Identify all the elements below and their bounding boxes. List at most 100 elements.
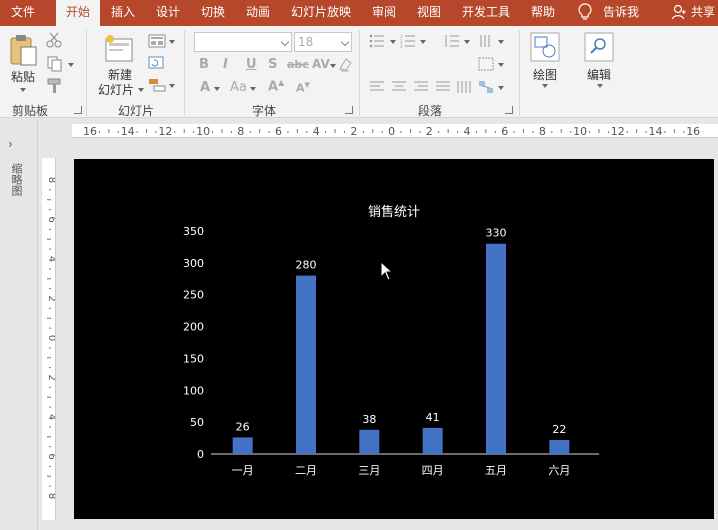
tab-transitions[interactable]: 切换 (194, 0, 232, 26)
line-spacing-icon[interactable] (444, 34, 460, 48)
shadow-icon[interactable]: S (268, 57, 277, 72)
ruler-label: 14 (649, 125, 663, 138)
y-tick-label: 50 (190, 416, 204, 429)
ruler-label: 0 (388, 125, 395, 138)
underline-icon[interactable]: U (246, 57, 257, 72)
drawing-shapes-icon[interactable] (530, 32, 560, 62)
ruler-label: 8 (46, 493, 56, 499)
font-color-icon[interactable]: A (200, 80, 210, 95)
data-label: 280 (296, 259, 317, 272)
y-tick-label: 150 (183, 352, 204, 365)
font-launcher-icon[interactable] (345, 106, 353, 114)
bar-chart[interactable]: 销售统计 0 50 100 150 200 250 300 350 26 一月 280 二月 38 三月 41… (74, 159, 714, 519)
ruler-label: 2 (426, 125, 433, 138)
layout-icon[interactable] (148, 34, 166, 48)
clear-format-icon[interactable] (337, 55, 355, 73)
align-text-icon[interactable] (478, 57, 494, 71)
grow-font-icon[interactable]: A▲ (268, 78, 284, 94)
ruler-label: 14 (121, 125, 135, 138)
x-tick-label: 一月 (232, 464, 254, 477)
alignment-icons[interactable] (369, 80, 497, 94)
cut-icon[interactable] (46, 32, 64, 48)
group-slides-label: 幻灯片 (118, 104, 155, 118)
chart-title: 销售统计 (368, 204, 420, 220)
tab-animations[interactable]: 动画 (239, 0, 277, 26)
share-button[interactable]: 共享 (688, 0, 718, 26)
ruler-label: 6 (46, 453, 56, 459)
ruler-label: 6 (275, 125, 282, 138)
mouse-cursor-icon (380, 261, 394, 281)
slide-canvas[interactable]: 销售统计 0 50 100 150 200 250 300 350 26 一月 280 二月 38 三月 41… (74, 159, 714, 519)
thumbnail-toggle-icon[interactable]: › (8, 137, 13, 151)
find-icon[interactable] (584, 32, 614, 62)
ruler-label: 6 (46, 216, 56, 222)
reset-icon[interactable] (148, 56, 166, 70)
paragraph-launcher-icon[interactable] (505, 106, 513, 114)
vertical-ruler: 8 6 4 2 0 2 4 6 8 (42, 158, 56, 520)
char-spacing-icon[interactable]: AV (312, 57, 330, 71)
thumbnail-label: 缩略图 (10, 163, 23, 196)
ribbon: 粘贴 剪贴板 新建 幻灯片 幻灯片 18 B I U S abc AV A Aa… (0, 26, 718, 118)
font-name-combo[interactable] (194, 32, 292, 52)
x-tick-label: 二月 (295, 464, 317, 477)
ruler-label: 8 (539, 125, 546, 138)
text-direction-icon[interactable] (478, 34, 494, 48)
shrink-font-icon[interactable]: A▼ (296, 81, 310, 95)
font-size-value: 18 (298, 35, 314, 49)
bar[interactable] (549, 439, 570, 454)
tab-view[interactable]: 视图 (410, 0, 448, 26)
ruler-label: 0 (46, 335, 56, 341)
ruler-label: 10 (196, 125, 210, 138)
ruler-label: 12 (158, 125, 172, 138)
ruler-label: 2 (46, 295, 56, 301)
tab-review[interactable]: 审阅 (365, 0, 403, 26)
section-icon[interactable] (148, 78, 166, 92)
clipboard-launcher-icon[interactable] (74, 106, 82, 114)
editing-label[interactable]: 编辑 (580, 66, 618, 83)
paste-label[interactable]: 粘贴 (6, 68, 40, 85)
bar[interactable] (296, 275, 316, 454)
ruler-label: 2 (46, 374, 56, 380)
group-clipboard-label: 剪贴板 (12, 104, 49, 118)
italic-icon[interactable]: I (223, 57, 228, 72)
tab-slideshow[interactable]: 幻灯片放映 (287, 0, 355, 26)
ruler-label: 12 (611, 125, 625, 138)
strikethrough-icon[interactable]: abc (287, 58, 309, 71)
tab-developer[interactable]: 开发工具 (457, 0, 515, 26)
bullets-icon[interactable] (369, 34, 385, 48)
tab-insert[interactable]: 插入 (104, 0, 142, 26)
paste-icon[interactable] (8, 34, 38, 66)
ruler-label: 4 (464, 125, 471, 138)
tab-help[interactable]: 帮助 (524, 0, 562, 26)
bar[interactable] (422, 427, 443, 454)
bar[interactable] (232, 437, 253, 454)
numbering-icon[interactable]: 123 (400, 34, 416, 48)
bold-icon[interactable]: B (199, 57, 209, 72)
tab-file[interactable]: 文件 (0, 0, 46, 26)
person-share-icon (672, 4, 686, 20)
bar[interactable] (359, 429, 380, 454)
y-tick-label: 250 (183, 289, 204, 302)
group-font-label: 字体 (252, 104, 277, 118)
thumbnail-panel: › 缩略图 (0, 119, 38, 530)
y-tick-label: 0 (197, 448, 204, 461)
font-size-combo[interactable]: 18 (294, 32, 352, 52)
data-label: 38 (362, 413, 376, 426)
lightbulb-icon (578, 3, 592, 20)
new-slide-label-2[interactable]: 幻灯片 (94, 81, 138, 98)
ruler-label: 2 (350, 125, 357, 138)
ruler-label: 4 (313, 125, 320, 138)
copy-icon[interactable] (46, 56, 64, 72)
ruler-label: 4 (46, 414, 56, 420)
format-painter-icon[interactable] (46, 78, 64, 94)
change-case-icon[interactable]: Aa (230, 80, 247, 95)
x-tick-label: 三月 (358, 464, 380, 477)
tab-home[interactable]: 开始 (56, 0, 100, 26)
new-slide-icon[interactable] (104, 34, 134, 64)
drawing-label[interactable]: 绘图 (526, 66, 564, 83)
tell-me-search[interactable]: 告诉我 (600, 0, 642, 26)
bar[interactable] (486, 243, 506, 454)
ruler-label: 16 (686, 125, 700, 138)
ruler-label: 10 (573, 125, 587, 138)
tab-design[interactable]: 设计 (149, 0, 187, 26)
